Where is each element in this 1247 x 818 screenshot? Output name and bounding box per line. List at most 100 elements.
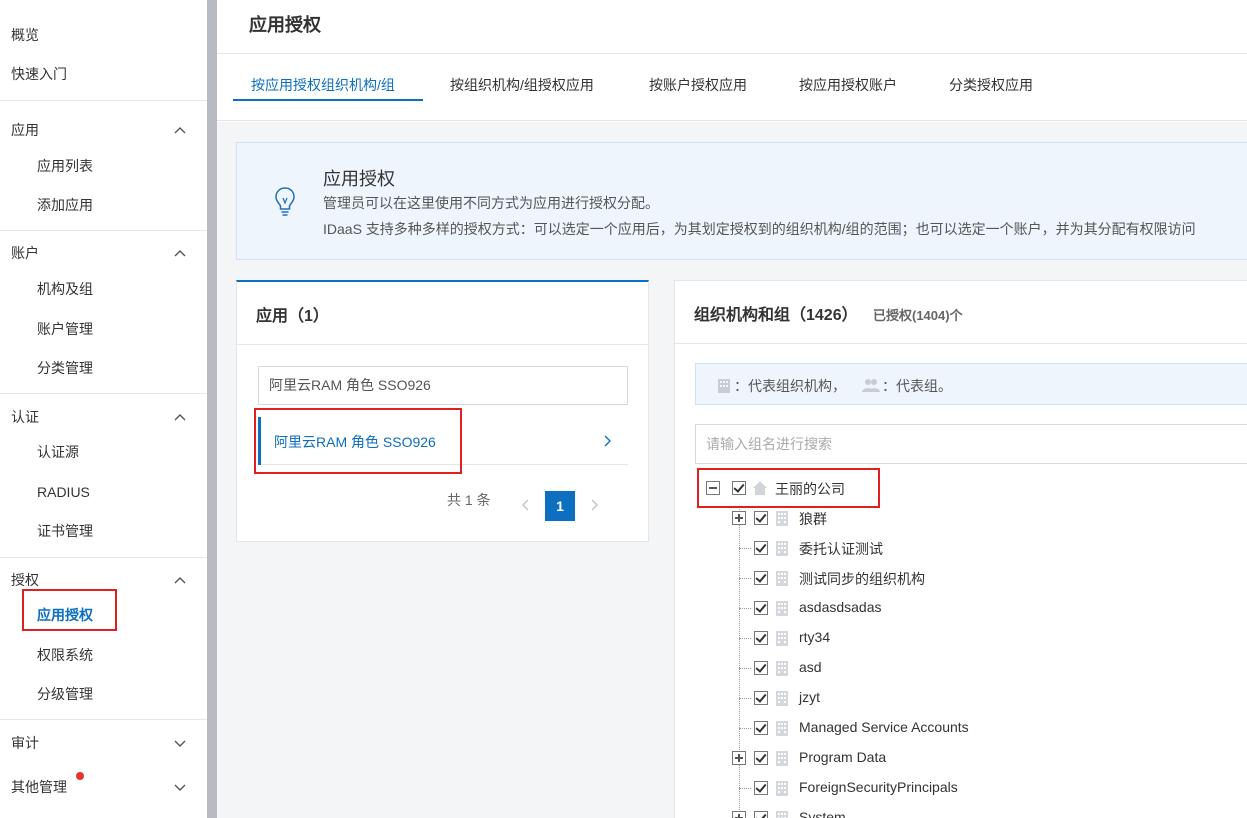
next-page-icon[interactable]	[589, 498, 599, 512]
tree-node-label: rty34	[799, 629, 831, 645]
checkbox-checked[interactable]	[754, 601, 768, 615]
sidebar-item-tier-mgmt[interactable]: 分级管理	[0, 676, 207, 712]
checkbox-checked[interactable]	[754, 571, 768, 585]
expand-icon[interactable]	[732, 511, 746, 525]
sidebar-item-auth-source[interactable]: 认证源	[0, 434, 207, 470]
sidebar-divider	[0, 719, 207, 720]
building-icon	[776, 661, 788, 676]
sidebar-scrollbar[interactable]	[207, 0, 217, 818]
sidebar-item-label: 权限系统	[37, 647, 93, 663]
info-title: 应用授权	[323, 169, 395, 189]
sidebar-group-auth[interactable]: 认证	[0, 399, 207, 435]
checkbox-checked[interactable]	[754, 781, 768, 795]
checkbox-checked[interactable]	[754, 811, 768, 818]
building-icon	[776, 511, 788, 526]
highlight-box	[697, 468, 880, 508]
checkbox-checked[interactable]	[754, 631, 768, 645]
sidebar-item-app-list[interactable]: 应用列表	[0, 148, 207, 184]
main-content: 应用授权 按应用授权组织机构/组 按组织机构/组授权应用 按账户授权应用 按应用…	[217, 0, 1247, 818]
sidebar-group-apps[interactable]: 应用	[0, 112, 207, 148]
sidebar-divider	[0, 557, 207, 558]
checkbox-checked[interactable]	[754, 691, 768, 705]
building-icon	[776, 631, 788, 646]
sidebar-item-add-app[interactable]: 添加应用	[0, 187, 207, 223]
tree-node[interactable]: asdasdsadas	[727, 597, 1047, 619]
building-icon	[776, 541, 788, 556]
tree-node-label: ForeignSecurityPrincipals	[799, 779, 958, 795]
tree-connector	[739, 668, 751, 669]
expand-icon[interactable]	[732, 751, 746, 765]
sidebar-item-label: 认证源	[37, 444, 79, 460]
group-search-input[interactable]: 请输入组名进行搜索	[695, 424, 1247, 464]
building-icon	[776, 721, 788, 736]
tab-org-to-app[interactable]: 按组织机构/组授权应用	[450, 75, 594, 95]
sidebar-item-label: 证书管理	[37, 523, 93, 539]
sidebar-item-overview[interactable]: 概览	[0, 17, 207, 53]
sidebar-divider	[0, 100, 207, 101]
org-panel-subtitle: 已授权(1404)个	[873, 308, 963, 323]
sidebar-item-quickstart[interactable]: 快速入门	[0, 56, 207, 92]
tree-node[interactable]: ForeignSecurityPrincipals	[727, 777, 1047, 799]
sidebar-group-accounts[interactable]: 账户	[0, 235, 207, 271]
tree-node[interactable]: rty34	[727, 627, 1047, 649]
group-icon	[862, 379, 880, 392]
sidebar-group-other[interactable]: 其他管理	[0, 769, 207, 805]
sidebar-item-cert-mgmt[interactable]: 证书管理	[0, 513, 207, 549]
tree-connector	[739, 788, 751, 789]
tree-node-label: asd	[799, 659, 822, 675]
checkbox-checked[interactable]	[754, 661, 768, 675]
sidebar-group-label: 审计	[11, 735, 39, 751]
page-header: 应用授权	[217, 0, 1247, 54]
building-icon	[776, 751, 788, 766]
app-search-input[interactable]: 阿里云RAM 角色 SSO926	[258, 366, 628, 405]
chevron-up-icon	[174, 577, 186, 584]
tree-node[interactable]: System	[727, 807, 1047, 818]
building-icon	[776, 781, 788, 796]
expand-icon[interactable]	[732, 811, 746, 818]
tree-node[interactable]: 委托认证测试	[727, 537, 1047, 559]
tree-node[interactable]: Program Data	[727, 747, 1047, 769]
page-number-button[interactable]: 1	[545, 491, 575, 521]
divider	[237, 344, 648, 345]
checkbox-checked[interactable]	[754, 721, 768, 735]
active-tab-indicator	[233, 99, 423, 101]
sidebar: 概览 快速入门 应用 应用列表 添加应用 账户 机构及组 账户管理 分类管理 认…	[0, 0, 207, 818]
tree-node[interactable]: 狼群	[727, 507, 1047, 529]
tab-app-to-org[interactable]: 按应用授权组织机构/组	[251, 75, 395, 95]
tree-node-label: System	[799, 809, 846, 818]
prev-page-icon[interactable]	[521, 498, 531, 512]
sidebar-group-label: 账户	[11, 245, 39, 261]
tab-app-to-account[interactable]: 按应用授权账户	[799, 75, 897, 95]
highlight-box	[22, 589, 117, 631]
sidebar-item-account-mgmt[interactable]: 账户管理	[0, 311, 207, 347]
chevron-right-icon	[604, 435, 611, 447]
tree-node[interactable]: 测试同步的组织机构	[727, 567, 1047, 589]
tab-account-to-app[interactable]: 按账户授权应用	[649, 75, 747, 95]
sidebar-group-audit[interactable]: 审计	[0, 725, 207, 761]
tab-category-app[interactable]: 分类授权应用	[949, 75, 1033, 95]
tree-node[interactable]: jzyt	[727, 687, 1047, 709]
sidebar-item-org-groups[interactable]: 机构及组	[0, 271, 207, 307]
sidebar-item-label: 分级管理	[37, 686, 93, 702]
tree-node-label: Managed Service Accounts	[799, 719, 969, 735]
tree-node-label: jzyt	[799, 689, 820, 705]
sidebar-item-permission-system[interactable]: 权限系统	[0, 637, 207, 673]
info-text: 管理员可以在这里使用不同方式为应用进行授权分配。	[323, 195, 659, 211]
checkbox-checked[interactable]	[754, 751, 768, 765]
sidebar-item-radius[interactable]: RADIUS	[0, 474, 207, 510]
checkbox-checked[interactable]	[754, 541, 768, 555]
sidebar-group-label: 认证	[11, 409, 39, 425]
sidebar-item-category-mgmt[interactable]: 分类管理	[0, 350, 207, 386]
tree-node[interactable]: Managed Service Accounts	[727, 717, 1047, 739]
tree-node-label: 测试同步的组织机构	[799, 571, 925, 587]
tab-bar: 按应用授权组织机构/组 按组织机构/组授权应用 按账户授权应用 按应用授权账户 …	[217, 55, 1247, 121]
tree-node-label: Program Data	[799, 749, 887, 765]
sidebar-item-label: RADIUS	[37, 484, 90, 500]
highlight-box	[254, 408, 462, 474]
legend-group-text: ：代表组。	[882, 378, 952, 394]
sidebar-item-label: 账户管理	[37, 321, 93, 337]
checkbox-checked[interactable]	[754, 511, 768, 525]
tree-connector	[739, 608, 751, 609]
tree-node[interactable]: asd	[727, 657, 1047, 679]
tree-connector	[739, 728, 751, 729]
